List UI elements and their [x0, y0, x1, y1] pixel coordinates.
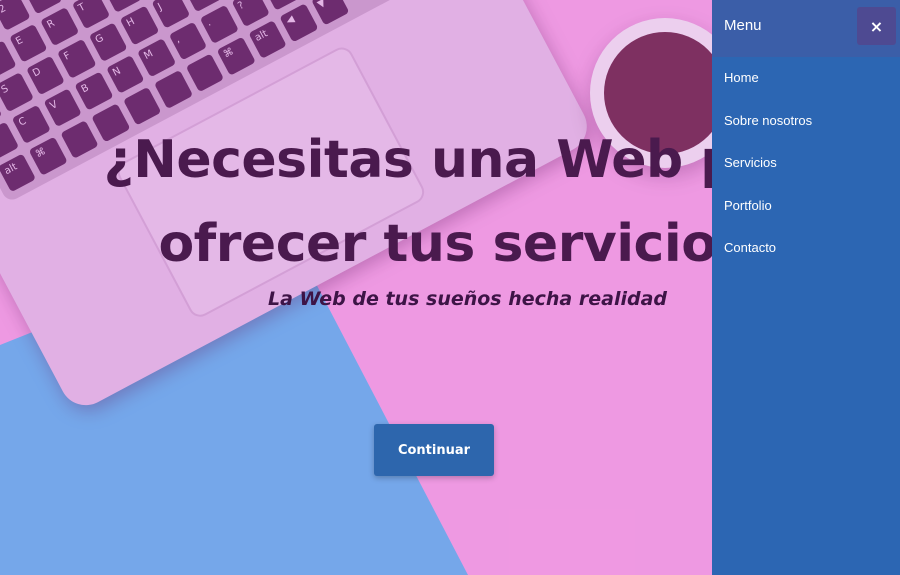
close-icon: × [869, 16, 884, 36]
menu-list: Home Sobre nosotros Servicios Portfolio … [712, 57, 900, 270]
menu-item-portfolio[interactable]: Portfolio [712, 185, 900, 228]
continue-button[interactable]: Continuar [374, 424, 494, 476]
menu-title: Menu [724, 17, 762, 34]
close-menu-button[interactable]: × [857, 7, 896, 45]
menu-item-home[interactable]: Home [712, 57, 900, 100]
menu-header: Menu × [712, 0, 900, 57]
menu-item-contacto[interactable]: Contacto [712, 227, 900, 270]
side-menu: Menu × Home Sobre nosotros Servicios Por… [712, 0, 900, 575]
menu-item-servicios[interactable]: Servicios [712, 142, 900, 185]
menu-item-sobre-nosotros[interactable]: Sobre nosotros [712, 100, 900, 143]
